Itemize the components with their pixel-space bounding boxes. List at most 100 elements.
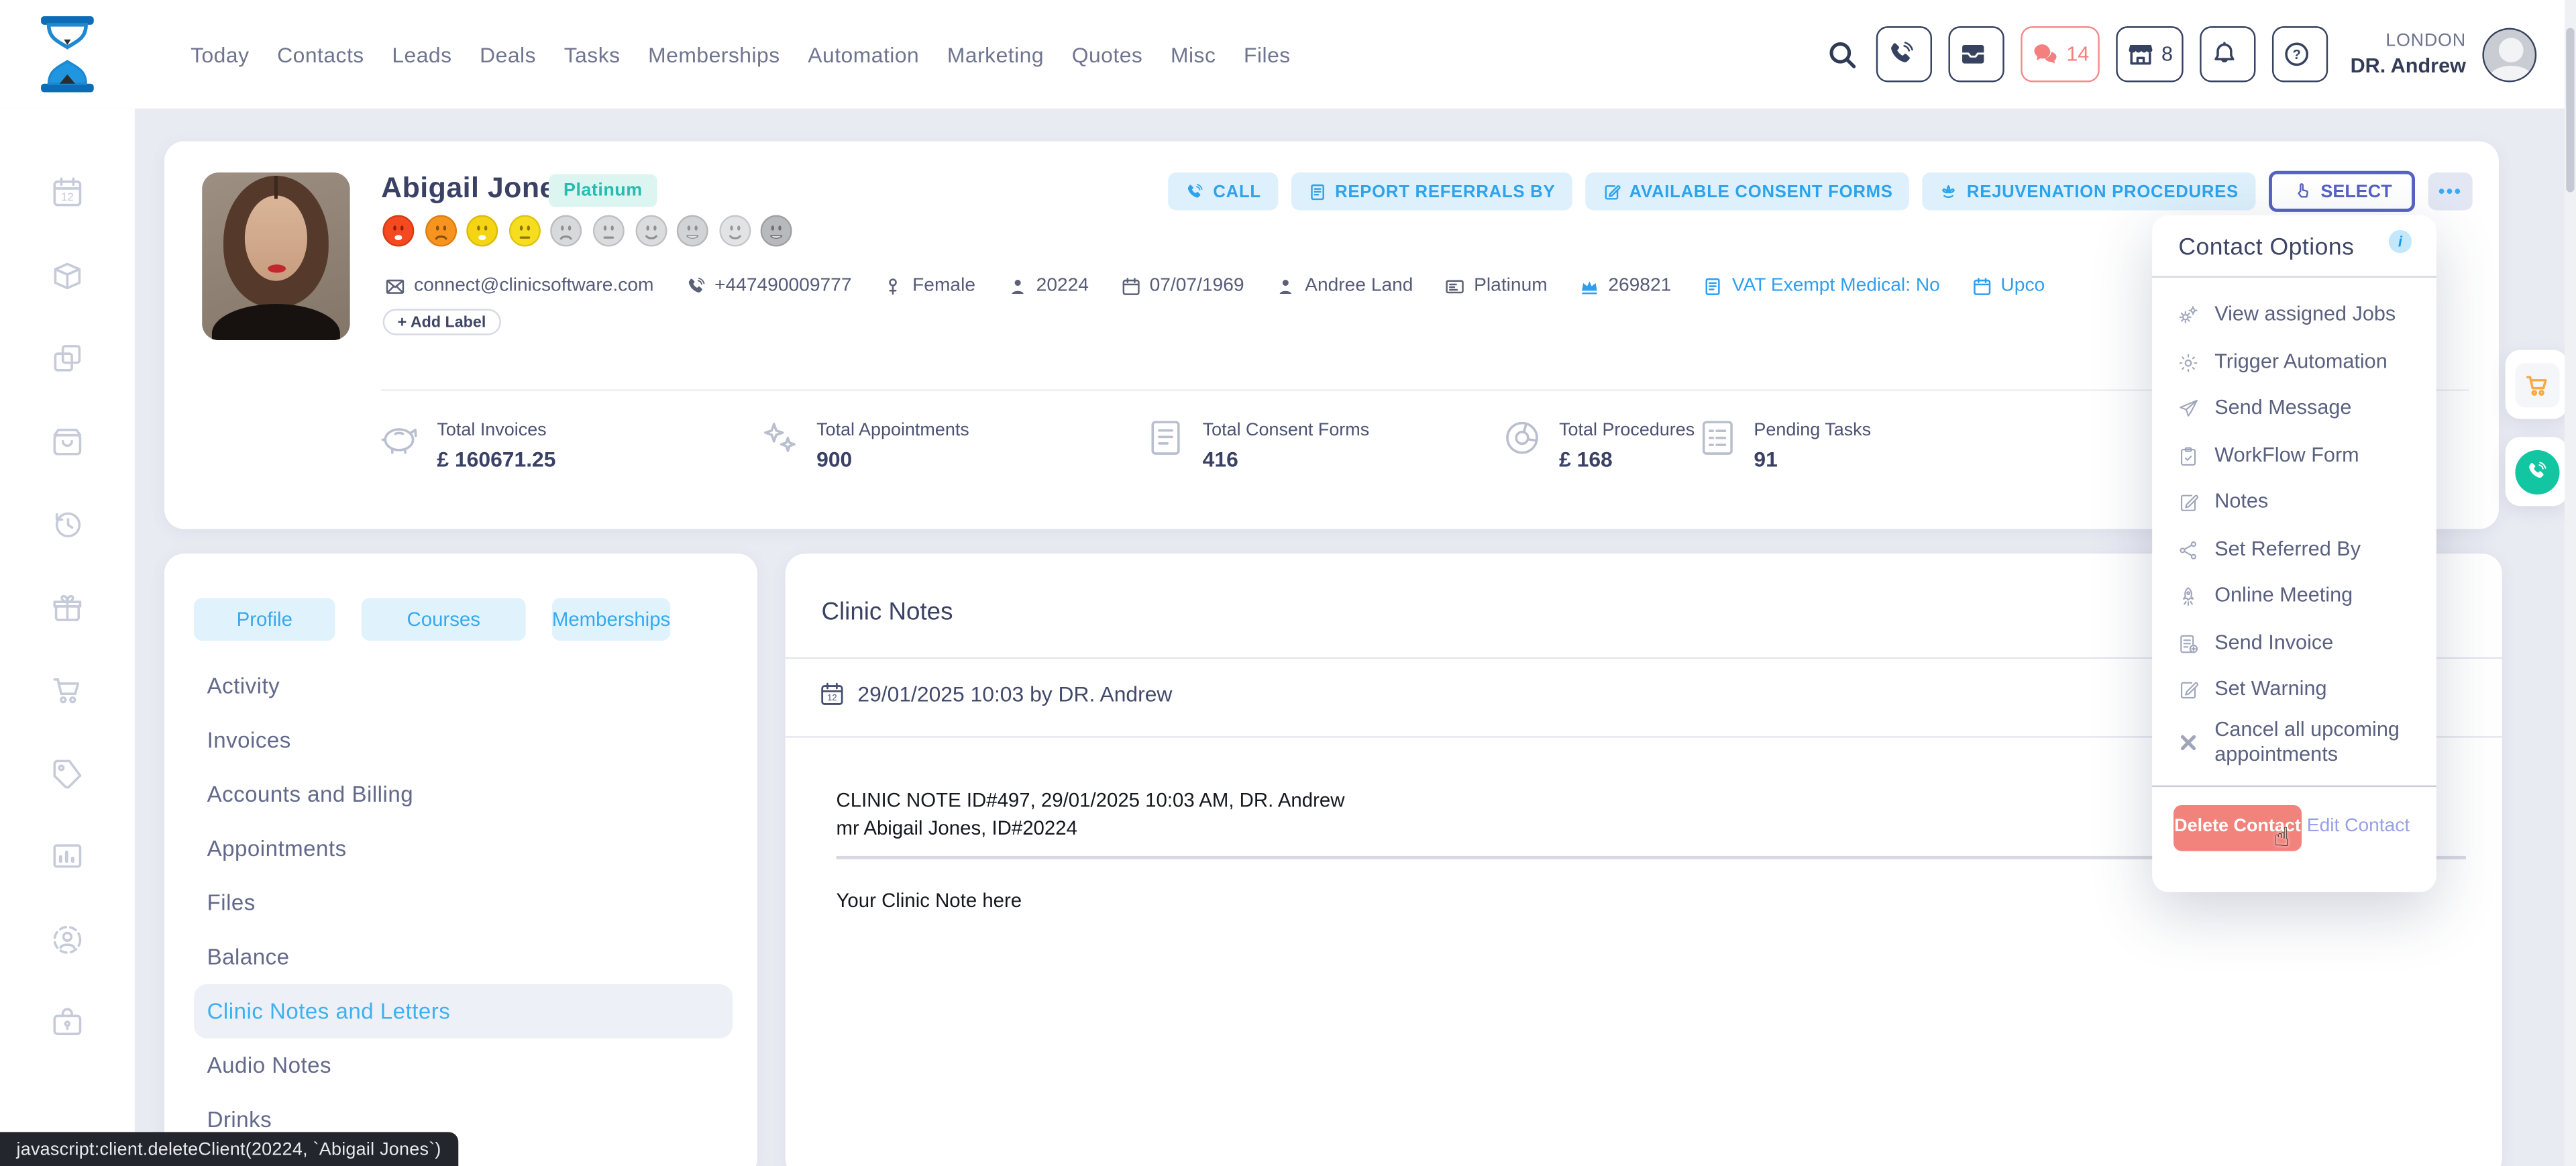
x-icon xyxy=(2177,731,2200,754)
nav-tasks[interactable]: Tasks xyxy=(564,42,621,66)
contact-name: Abigail Jones xyxy=(381,171,572,205)
mood-face-icon[interactable] xyxy=(381,213,415,248)
note-pen-icon xyxy=(2177,679,2200,702)
shop-button[interactable]: 8 xyxy=(2115,26,2182,82)
security-case-icon[interactable] xyxy=(49,1004,85,1040)
help-button[interactable] xyxy=(2271,26,2327,82)
menu-item-online-meeting[interactable]: Online Meeting xyxy=(2152,574,2436,621)
products-box-icon[interactable] xyxy=(49,257,85,293)
nav-automation[interactable]: Automation xyxy=(808,42,919,66)
nav-contacts[interactable]: Contacts xyxy=(277,42,364,66)
mood-face-icon[interactable] xyxy=(549,213,584,248)
menu-item-workflow-form[interactable]: WorkFlow Form xyxy=(2152,433,2436,480)
panel-item-files[interactable]: Files xyxy=(194,876,733,930)
search-icon[interactable] xyxy=(1825,37,1859,71)
menu-item-set-warning[interactable]: Set Warning xyxy=(2152,667,2436,714)
panel-item-activity[interactable]: Activity xyxy=(194,659,733,713)
mood-face-icon[interactable] xyxy=(633,213,667,248)
rejuvenation-button[interactable]: REJUVENATION PROCEDURES xyxy=(1923,172,2255,210)
panel-item-clinic-notes[interactable]: Clinic Notes and Letters xyxy=(194,984,733,1039)
tab-profile[interactable]: Profile xyxy=(194,598,335,641)
add-label-button[interactable]: + Add Label xyxy=(383,309,501,335)
info-icon[interactable]: i xyxy=(2389,230,2412,253)
scrollbar-track[interactable] xyxy=(2565,0,2576,1166)
stat-label: Total Consent Forms xyxy=(1203,406,1370,440)
tab-memberships[interactable]: Memberships xyxy=(552,598,670,641)
reports-icon[interactable] xyxy=(49,838,85,874)
donut-chart-icon xyxy=(1500,416,1544,460)
mood-face-icon[interactable] xyxy=(423,213,458,248)
edit-contact-button[interactable]: Edit Contact xyxy=(2302,816,2415,839)
question-icon xyxy=(2282,40,2311,69)
document-icon xyxy=(1703,275,1724,297)
note-entry-header[interactable]: 29/01/2025 10:03 by DR. Andrew xyxy=(818,680,1173,708)
cart-icon[interactable] xyxy=(49,672,85,708)
calendar-icon[interactable] xyxy=(49,174,85,211)
vat-chip[interactable]: VAT Exempt Medical: No xyxy=(1703,275,1940,297)
panel-item-accounts-billing[interactable]: Accounts and Billing xyxy=(194,767,733,822)
stat-value: 900 xyxy=(816,447,969,472)
nav-deals[interactable]: Deals xyxy=(480,42,536,66)
menu-item-view-assigned-jobs[interactable]: View assigned Jobs xyxy=(2152,293,2436,339)
mood-face-icon[interactable] xyxy=(466,213,500,248)
copy-pages-icon[interactable] xyxy=(49,340,85,376)
tab-courses[interactable]: Courses xyxy=(362,598,526,641)
nav-today[interactable]: Today xyxy=(191,42,249,66)
email-chip[interactable]: connect@clinicsoftware.com xyxy=(384,275,653,297)
cart-fab[interactable] xyxy=(2506,350,2568,419)
email-icon xyxy=(384,275,406,297)
nav-leads[interactable]: Leads xyxy=(392,42,451,66)
menu-item-send-message[interactable]: Send Message xyxy=(2152,386,2436,433)
nav-quotes[interactable]: Quotes xyxy=(1072,42,1143,66)
nav-marketing[interactable]: Marketing xyxy=(947,42,1044,66)
menu-item-send-invoice[interactable]: Send Invoice xyxy=(2152,620,2436,667)
upcoming-chip[interactable]: Upco xyxy=(1971,275,2045,297)
panel-item-appointments[interactable]: Appointments xyxy=(194,821,733,876)
menu-item-cancel-appointments[interactable]: Cancel all upcoming appointments xyxy=(2152,714,2436,772)
contact-photo[interactable] xyxy=(202,172,350,340)
panel-item-balance[interactable]: Balance xyxy=(194,930,733,984)
note-line-2: mr Abigail Jones, ID#20224 xyxy=(837,816,1077,839)
nav-misc[interactable]: Misc xyxy=(1171,42,1216,66)
badge-count: 14 xyxy=(2066,43,2089,66)
panel-item-audio-notes[interactable]: Audio Notes xyxy=(194,1039,733,1093)
confetti-icon xyxy=(757,416,802,460)
nav-memberships[interactable]: Memberships xyxy=(648,42,780,66)
report-referrals-button[interactable]: REPORT REFERRALS BY xyxy=(1291,172,1572,210)
phone-button[interactable] xyxy=(1876,26,1931,82)
panel-item-invoices[interactable]: Invoices xyxy=(194,713,733,767)
price-tag-icon[interactable] xyxy=(49,755,85,791)
menu-item-notes[interactable]: Notes xyxy=(2152,480,2436,527)
more-options-button[interactable]: ••• xyxy=(2428,172,2473,210)
mood-face-icon[interactable] xyxy=(592,213,626,248)
gift-icon[interactable] xyxy=(49,589,85,625)
menu-item-trigger-automation[interactable]: Trigger Automation xyxy=(2152,339,2436,386)
scrollbar-thumb[interactable] xyxy=(2566,28,2574,193)
tier-badge: Platinum xyxy=(549,174,657,207)
nav-files[interactable]: Files xyxy=(1244,42,1291,66)
stat-value: 416 xyxy=(1203,447,1370,472)
history-icon[interactable] xyxy=(49,506,85,542)
messages-button[interactable]: 14 xyxy=(2021,26,2099,82)
clinicsoftware-logo-icon[interactable] xyxy=(40,15,95,94)
cart-icon xyxy=(2522,370,2551,399)
notifications-button[interactable] xyxy=(2199,26,2255,82)
mood-face-icon[interactable] xyxy=(676,213,710,248)
note-pen-icon xyxy=(2177,492,2200,515)
consent-forms-button[interactable]: AVAILABLE CONSENT FORMS xyxy=(1585,172,1909,210)
phone-chip[interactable]: +447490009777 xyxy=(685,275,851,297)
mood-face-icon[interactable] xyxy=(507,213,541,248)
mood-face-icon[interactable] xyxy=(759,213,794,248)
call-button[interactable]: CALL xyxy=(1169,172,1277,210)
stat-value: £ 168 xyxy=(1559,447,1695,472)
mood-face-icon[interactable] xyxy=(718,213,752,248)
client-sync-icon[interactable] xyxy=(49,921,85,957)
pos-tray-icon[interactable] xyxy=(49,423,85,460)
menu-item-set-referred-by[interactable]: Set Referred By xyxy=(2152,527,2436,574)
menu-header: Contact Options i xyxy=(2152,215,2436,262)
crown-icon xyxy=(1578,275,1600,297)
select-button[interactable]: SELECT xyxy=(2268,171,2415,212)
call-fab[interactable] xyxy=(2506,437,2568,506)
user-avatar[interactable] xyxy=(2482,27,2536,81)
inbox-button[interactable] xyxy=(1948,26,2004,82)
